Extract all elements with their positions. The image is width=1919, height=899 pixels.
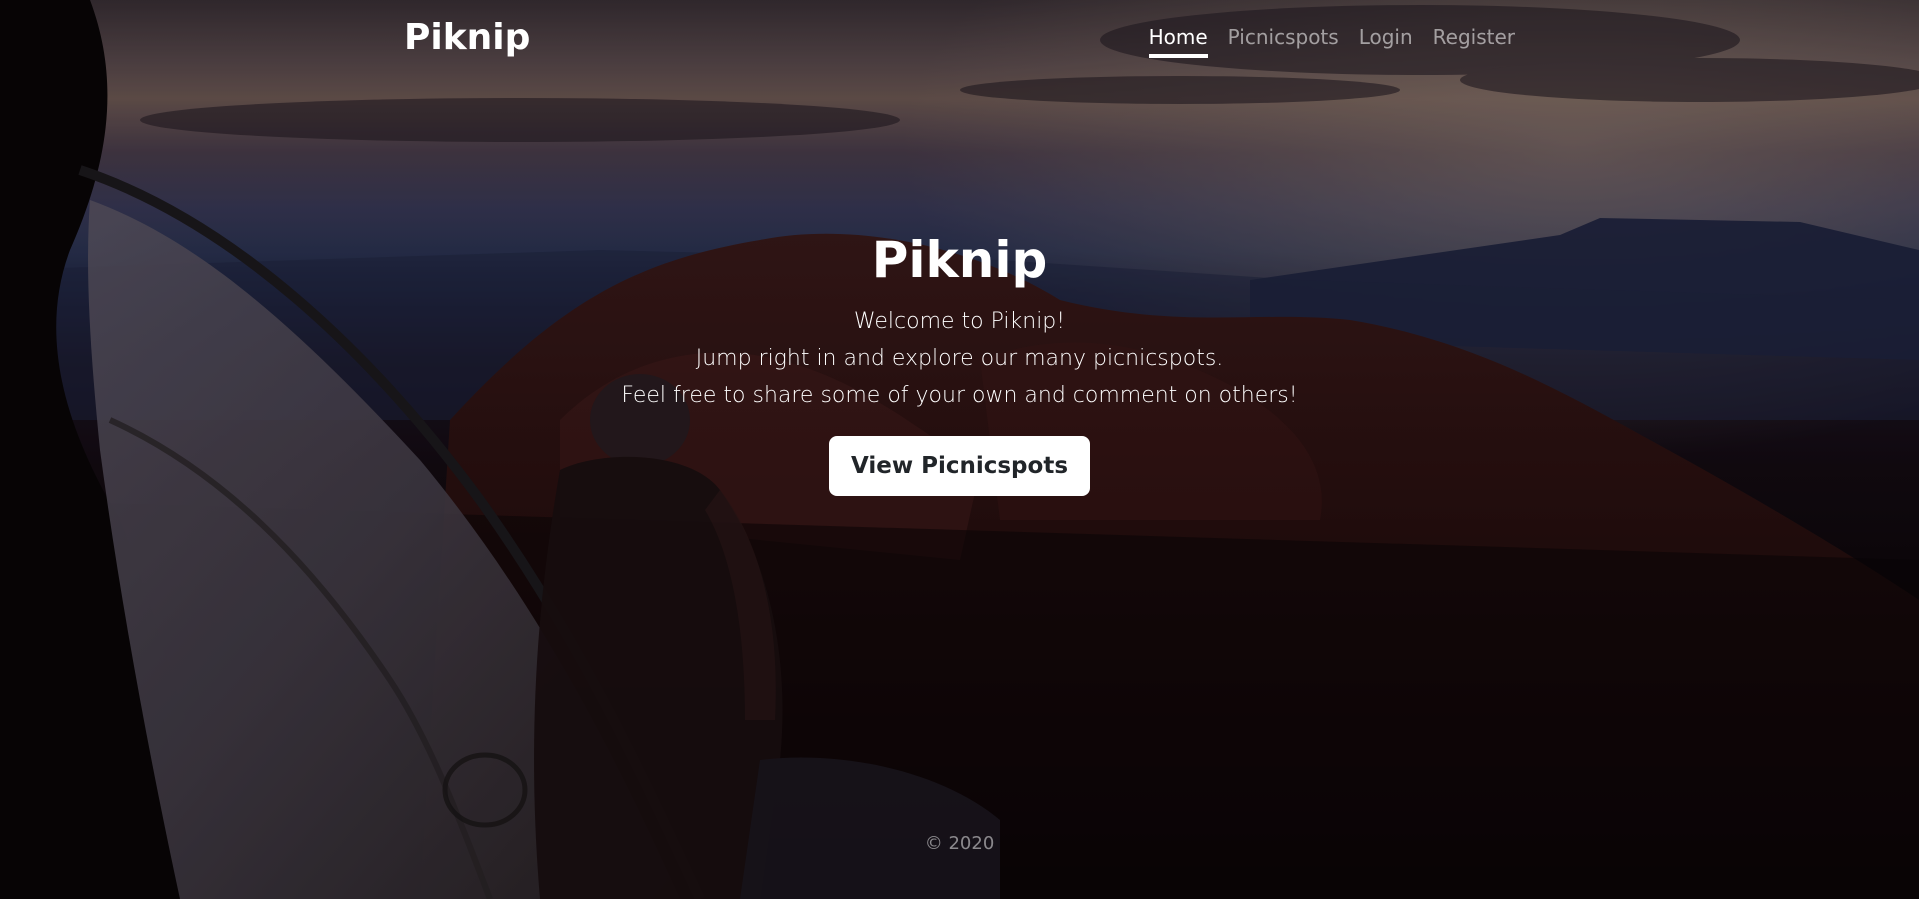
nav-link-login[interactable]: Login (1359, 22, 1413, 58)
view-picnicspots-button[interactable]: View Picnicspots (828, 436, 1091, 496)
landing-page: Piknip Home Picnicspots Login Register P… (0, 0, 1919, 899)
nav-link-home[interactable]: Home (1148, 22, 1208, 58)
brand-logo-link[interactable]: Piknip (404, 14, 530, 62)
nav-link-register[interactable]: Register (1433, 22, 1515, 58)
nav-link-picnicspots[interactable]: Picnicspots (1228, 22, 1339, 58)
hero-welcome-line: Welcome to Piknip! (853, 309, 1066, 334)
hero-title: Piknip (871, 231, 1048, 289)
hero-section: Piknip Welcome to Piknip! Jump right in … (0, 225, 1919, 496)
hero-explore-line: Jump right in and explore our many picni… (695, 346, 1224, 371)
footer-copyright: © 2020 (924, 833, 995, 854)
hero-share-line: Feel free to share some of your own and … (621, 383, 1298, 408)
top-navbar: Piknip Home Picnicspots Login Register (0, 0, 1919, 70)
nav-links: Home Picnicspots Login Register (1148, 22, 1515, 58)
